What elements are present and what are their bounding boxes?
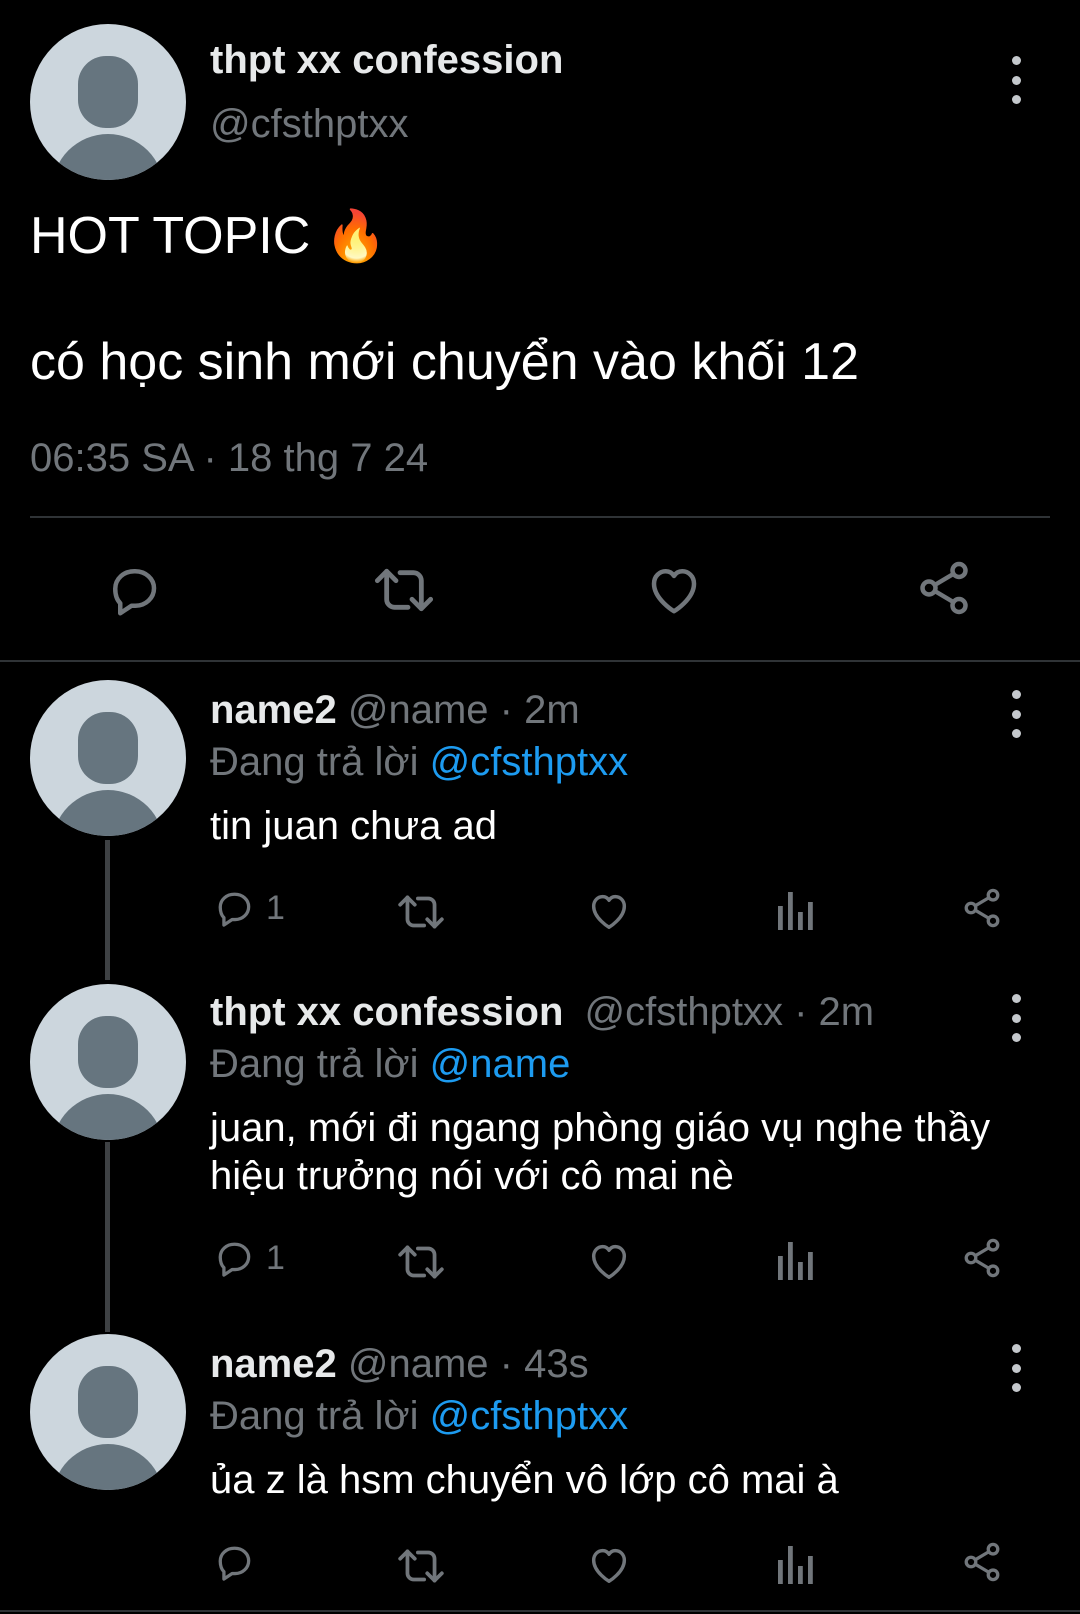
reply-button[interactable] bbox=[212, 1540, 266, 1584]
like-icon bbox=[591, 1548, 627, 1584]
thread-line bbox=[105, 840, 110, 980]
views-button[interactable] bbox=[776, 890, 816, 930]
retweet-icon bbox=[398, 895, 444, 929]
replying-to-label: Đang trả lời bbox=[210, 1394, 419, 1438]
views-icon bbox=[778, 1242, 813, 1280]
main-display-name[interactable]: thpt xx confession bbox=[210, 38, 563, 83]
avatar-head-shape bbox=[78, 1366, 138, 1438]
share-button[interactable] bbox=[960, 1236, 1004, 1280]
reply-handle-time[interactable]: @name · 2m bbox=[348, 688, 580, 732]
section-divider bbox=[0, 660, 1080, 662]
share-icon bbox=[964, 1238, 1000, 1278]
reply-text-line2: hiệu trưởng nói với cô mai nè bbox=[210, 1154, 734, 1198]
share-button[interactable] bbox=[960, 1540, 1004, 1584]
replying-to-line: Đang trả lời @name bbox=[210, 1042, 570, 1087]
retweet-icon bbox=[398, 1245, 444, 1279]
retweet-button[interactable] bbox=[396, 1240, 446, 1284]
replying-to-handle[interactable]: @cfsthptxx bbox=[430, 1394, 628, 1438]
views-icon bbox=[778, 1546, 813, 1584]
avatar-body-shape bbox=[52, 134, 164, 180]
like-button[interactable] bbox=[586, 888, 632, 934]
replying-to-handle[interactable]: @cfsthptxx bbox=[430, 740, 628, 784]
avatar-head-shape bbox=[78, 1016, 138, 1088]
retweet-button[interactable] bbox=[372, 562, 436, 618]
reply-button[interactable]: 1 bbox=[212, 886, 285, 930]
tweet-text-line1: HOT TOPIC 🔥 bbox=[30, 206, 387, 266]
reply-header: name2 @name · 43s bbox=[210, 1342, 589, 1387]
avatar-body-shape bbox=[52, 1444, 164, 1490]
like-icon bbox=[591, 1244, 627, 1280]
more-icon[interactable] bbox=[1006, 56, 1026, 104]
like-icon bbox=[591, 894, 627, 930]
tweet-headline: HOT TOPIC bbox=[30, 207, 311, 265]
reply-text-line1: juan, mới đi ngang phòng giáo vụ nghe th… bbox=[210, 1106, 991, 1150]
reply-display-name[interactable]: name2 bbox=[210, 688, 337, 732]
share-button[interactable] bbox=[914, 558, 974, 618]
main-handle[interactable]: @cfsthptxx bbox=[210, 102, 408, 147]
views-button[interactable] bbox=[776, 1544, 816, 1584]
retweet-button[interactable] bbox=[396, 1544, 446, 1588]
views-icon bbox=[778, 892, 813, 930]
reply-header: thpt xx confession @cfsthptxx · 2m bbox=[210, 990, 874, 1035]
avatar-head-shape bbox=[78, 712, 138, 784]
tweet-timestamp[interactable]: 06:35 SA · 18 thg 7 24 bbox=[30, 436, 428, 481]
replying-to-line: Đang trả lời @cfsthptxx bbox=[210, 740, 628, 785]
avatar[interactable] bbox=[30, 24, 186, 180]
avatar[interactable] bbox=[30, 1334, 186, 1490]
reply-text: ủa z là hsm chuyển vô lớp cô mai à bbox=[210, 1458, 839, 1502]
avatar[interactable] bbox=[30, 680, 186, 836]
replying-to-line: Đang trả lời @cfsthptxx bbox=[210, 1394, 628, 1439]
reply-handle-time[interactable]: @cfsthptxx · 2m bbox=[585, 990, 875, 1034]
reply-handle-time[interactable]: @name · 43s bbox=[348, 1342, 589, 1386]
views-button[interactable] bbox=[776, 1240, 816, 1280]
reply-display-name[interactable]: thpt xx confession bbox=[210, 990, 563, 1034]
share-icon bbox=[920, 561, 968, 615]
reply-button[interactable] bbox=[104, 560, 164, 620]
reply-icon bbox=[218, 1546, 251, 1581]
divider bbox=[30, 516, 1050, 518]
tweet-body: có học sinh mới chuyển vào khối 12 bbox=[30, 333, 860, 391]
avatar-body-shape bbox=[52, 790, 164, 836]
reply-count: 1 bbox=[266, 888, 285, 927]
retweet-button[interactable] bbox=[396, 890, 446, 934]
more-icon[interactable] bbox=[1006, 690, 1026, 738]
reply-button[interactable]: 1 bbox=[212, 1236, 285, 1280]
replying-to-handle[interactable]: @name bbox=[430, 1042, 571, 1086]
fire-emoji: 🔥 bbox=[324, 208, 388, 264]
more-icon[interactable] bbox=[1006, 994, 1026, 1042]
share-button[interactable] bbox=[960, 886, 1004, 930]
reply-icon bbox=[218, 1242, 251, 1277]
reply-text: tin juan chưa ad bbox=[210, 804, 497, 848]
like-icon bbox=[651, 569, 697, 614]
like-button[interactable] bbox=[586, 1238, 632, 1284]
avatar[interactable] bbox=[30, 984, 186, 1140]
retweet-icon bbox=[398, 1549, 444, 1583]
more-icon[interactable] bbox=[1006, 1344, 1026, 1392]
avatar-head-shape bbox=[78, 56, 138, 128]
share-icon bbox=[964, 1542, 1000, 1582]
thread-line bbox=[105, 1142, 110, 1332]
reply-display-name[interactable]: name2 bbox=[210, 1342, 337, 1386]
bottom-divider bbox=[0, 1610, 1080, 1612]
like-button[interactable] bbox=[586, 1542, 632, 1588]
retweet-icon bbox=[374, 568, 434, 612]
replying-to-label: Đang trả lời bbox=[210, 1042, 419, 1086]
avatar-body-shape bbox=[52, 1094, 164, 1140]
reply-icon bbox=[218, 892, 251, 927]
replying-to-label: Đang trả lời bbox=[210, 740, 419, 784]
share-icon bbox=[964, 888, 1000, 928]
reply-header: name2 @name · 2m bbox=[210, 688, 580, 733]
reply-icon bbox=[113, 569, 157, 616]
reply-count: 1 bbox=[266, 1238, 285, 1277]
like-button[interactable] bbox=[644, 560, 704, 620]
